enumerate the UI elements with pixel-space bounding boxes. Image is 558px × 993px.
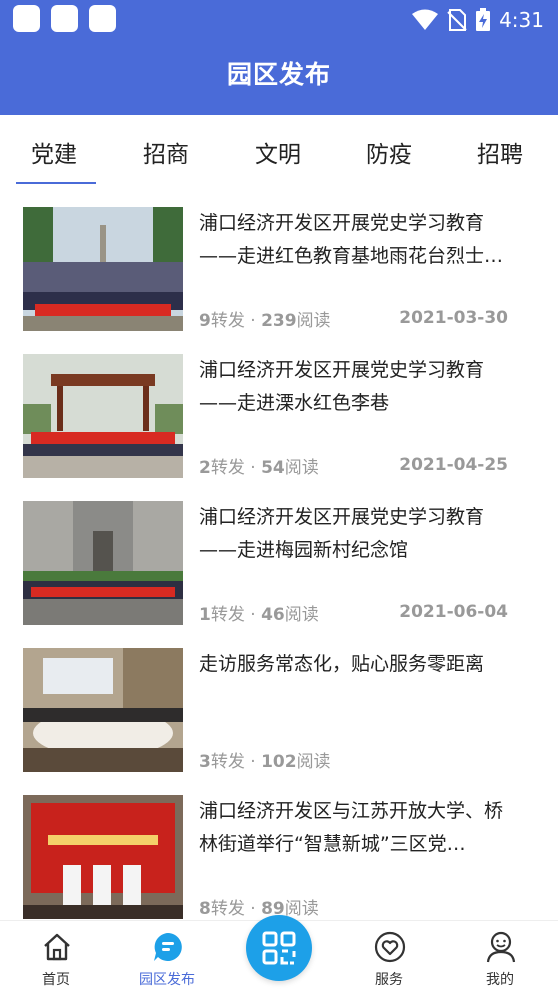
nav-profile[interactable]: 我的 — [455, 921, 545, 993]
article-item[interactable]: 走访服务常态化，贴心服务零距离 3转发 · 102阅读 — [0, 628, 558, 775]
nav-park-news[interactable]: 园区发布 — [122, 921, 212, 993]
read-count: 54 — [261, 458, 285, 478]
status-time: 4:31 — [499, 8, 544, 32]
share-count: 8 — [199, 899, 211, 919]
share-label: 转发 · — [210, 311, 262, 331]
article-item[interactable]: 浦口经济开发区与江苏开放大学、桥林街道举行“智慧新城”三区党… 8转发 · 89… — [0, 775, 558, 920]
article-date: 2021-03-30 — [399, 308, 508, 328]
article-title: 浦口经济开发区开展党史学习教育——走进红色教育基地雨花台烈士… — [199, 212, 504, 267]
notification-icon — [89, 5, 116, 32]
nav-profile-label: 我的 — [486, 972, 514, 988]
app-header: 4:31 园区发布 — [0, 0, 558, 115]
wifi-icon — [412, 9, 439, 30]
scan-icon — [262, 931, 296, 965]
share-count: 9 — [199, 311, 211, 331]
article-item[interactable]: 浦口经济开发区开展党史学习教育——走进溧水红色李巷 2转发 · 54阅读 202… — [0, 334, 558, 481]
article-thumbnail — [23, 501, 183, 625]
active-tab-indicator — [16, 182, 96, 184]
nav-home-label: 首页 — [42, 972, 70, 988]
read-count: 46 — [261, 605, 285, 625]
article-title: 浦口经济开发区开展党史学习教育——走进溧水红色李巷 — [199, 359, 485, 414]
article-thumbnail — [23, 648, 183, 772]
read-label: 阅读 — [296, 752, 331, 772]
nav-services-label: 服务 — [375, 972, 403, 988]
notification-icon — [51, 5, 78, 32]
article-item[interactable]: 浦口经济开发区开展党史学习教育——走进梅园新村纪念馆 1转发 · 46阅读 20… — [0, 481, 558, 628]
chat-icon — [154, 933, 182, 961]
article-stats: 1转发 · 46阅读 — [199, 600, 319, 625]
article-thumbnail — [23, 795, 183, 919]
article-thumbnail — [23, 207, 183, 331]
home-icon — [44, 933, 70, 961]
category-tabs: 党建 招商 文明 防疫 招聘 — [0, 115, 558, 187]
read-count: 239 — [261, 311, 297, 331]
tab-recruitment[interactable]: 招聘 — [477, 135, 523, 169]
article-title: 浦口经济开发区开展党史学习教育——走进梅园新村纪念馆 — [199, 506, 485, 561]
article-title: 浦口经济开发区与江苏开放大学、桥林街道举行“智慧新城”三区党… — [199, 800, 504, 855]
share-count: 2 — [199, 458, 211, 478]
page-title: 园区发布 — [226, 60, 331, 89]
nav-park-news-label: 园区发布 — [139, 972, 195, 988]
tab-party-building[interactable]: 党建 — [31, 135, 77, 169]
article-title: 走访服务常态化，贴心服务零距离 — [199, 653, 485, 675]
nav-services[interactable]: 服务 — [344, 921, 434, 993]
share-count: 3 — [199, 752, 211, 772]
no-sim-icon — [447, 9, 467, 31]
article-stats: 3转发 · 102阅读 — [199, 747, 331, 772]
nav-home[interactable]: 首页 — [11, 921, 101, 993]
notification-icon — [13, 5, 40, 32]
article-item[interactable]: 浦口经济开发区开展党史学习教育——走进红色教育基地雨花台烈士… 9转发 · 23… — [0, 187, 558, 334]
share-count: 1 — [199, 605, 211, 625]
person-icon — [486, 931, 516, 963]
article-date: 2021-04-25 — [399, 455, 508, 475]
tab-epidemic[interactable]: 防疫 — [366, 135, 412, 169]
read-label: 阅读 — [296, 311, 331, 331]
read-count: 102 — [261, 752, 297, 772]
status-bar: 4:31 — [0, 0, 558, 40]
heart-icon — [374, 931, 406, 963]
tab-investment[interactable]: 招商 — [143, 135, 189, 169]
article-stats: 9转发 · 239阅读 — [199, 306, 331, 331]
article-date: 2021-06-04 — [399, 602, 508, 622]
share-label: 转发 · — [210, 458, 262, 478]
share-label: 转发 · — [210, 605, 262, 625]
read-label: 阅读 — [284, 605, 319, 625]
battery-icon — [476, 8, 491, 31]
article-thumbnail — [23, 354, 183, 478]
tab-civilization[interactable]: 文明 — [255, 135, 301, 169]
scan-button[interactable] — [246, 915, 312, 981]
read-label: 阅读 — [284, 458, 319, 478]
article-stats: 2转发 · 54阅读 — [199, 453, 319, 478]
share-label: 转发 · — [210, 752, 262, 772]
article-list: 浦口经济开发区开展党史学习教育——走进红色教育基地雨花台烈士… 9转发 · 23… — [0, 187, 558, 920]
